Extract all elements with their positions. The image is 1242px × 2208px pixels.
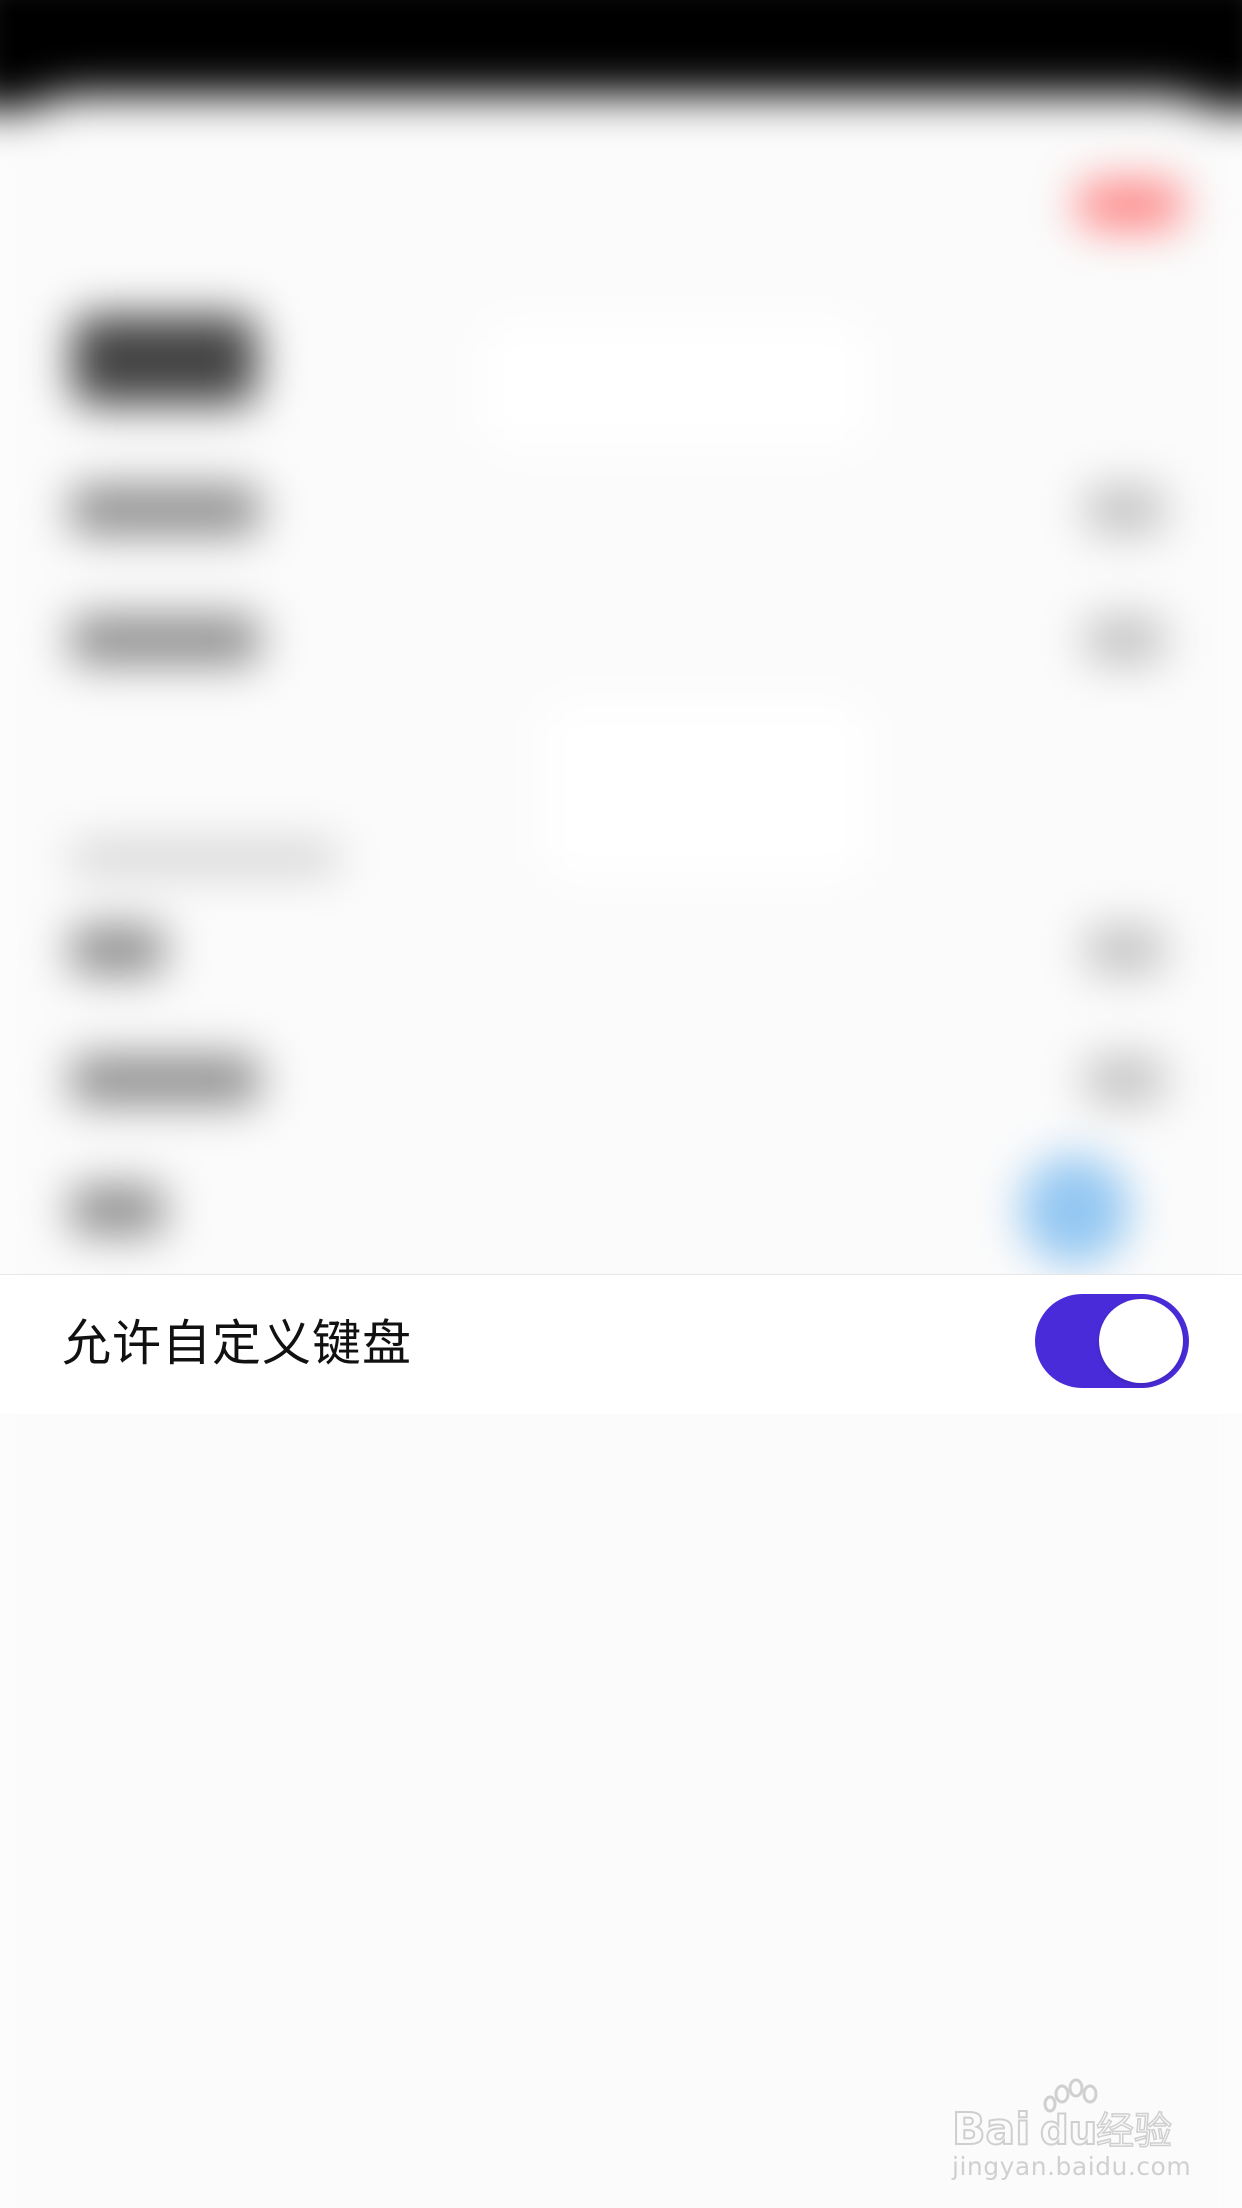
- baidu-jingyan-watermark: Bai du 经验 jingyan.baidu.com: [952, 2072, 1191, 2187]
- blurred-action-button: [1075, 180, 1185, 230]
- setting-row-allow-custom-keyboard[interactable]: 允许自定义键盘: [0, 1274, 1242, 1414]
- blurred-row-value: [1085, 1055, 1165, 1105]
- status-bar: [0, 0, 1242, 110]
- blurred-panel: [480, 320, 870, 450]
- blurred-row-label: [70, 925, 165, 975]
- svg-text:Bai: Bai: [952, 2104, 1030, 2152]
- screen: 允许自定义键盘 Bai du 经验 jingyan.baidu.com: [0, 0, 1242, 2208]
- blurred-background: [0, 0, 1242, 2208]
- blurred-row-label: [70, 1055, 260, 1105]
- blurred-title: [72, 315, 257, 405]
- blurred-section-caption: [70, 842, 340, 874]
- svg-text:du: du: [1040, 2108, 1097, 2152]
- blurred-row-label: [70, 1185, 165, 1235]
- svg-text:经验: 经验: [1096, 2109, 1172, 2152]
- row-divider: [0, 1274, 1242, 1275]
- blurred-toggle: [1020, 1155, 1130, 1265]
- toggle-knob: [1099, 1299, 1183, 1383]
- blurred-row-label: [70, 485, 260, 535]
- baidu-paw-logo-icon: Bai du 经验: [952, 2078, 1173, 2152]
- blurred-panel: [540, 700, 870, 880]
- blurred-row-label: [70, 615, 260, 665]
- setting-label: 允许自定义键盘: [62, 1315, 413, 1372]
- blurred-row-value: [1085, 615, 1165, 665]
- blurred-row-value: [1085, 925, 1165, 975]
- watermark-url: jingyan.baidu.com: [952, 2152, 1192, 2181]
- allow-custom-keyboard-toggle[interactable]: [1035, 1294, 1189, 1388]
- blurred-row-value: [1085, 485, 1165, 535]
